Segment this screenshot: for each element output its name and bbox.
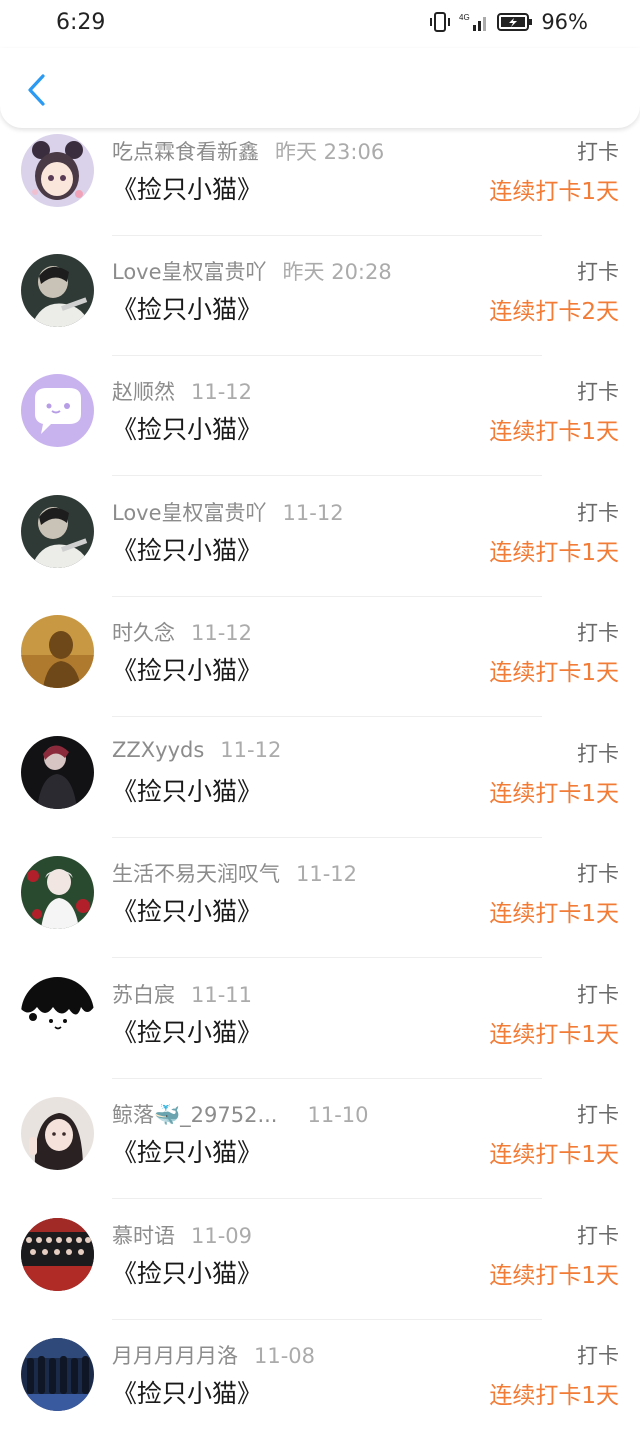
streak-badge: 连续打卡1天 xyxy=(489,1383,619,1409)
avatar[interactable] xyxy=(21,1097,94,1170)
checkin-label: 打卡 xyxy=(577,621,619,645)
book-title[interactable]: 《捡只小猫》 xyxy=(112,410,262,446)
list-item[interactable]: Love皇权富贵吖 11-12 《捡只小猫》 打卡 连续打卡1天 xyxy=(0,487,640,607)
divider xyxy=(112,1078,542,1079)
streak-badge: 连续打卡1天 xyxy=(489,781,619,807)
checkin-date: 11-12 xyxy=(282,501,344,525)
list-item[interactable]: 生活不易天润叹气 11-12 《捡只小猫》 打卡 连续打卡1天 xyxy=(0,848,640,968)
checkin-date: 昨天 20:28 xyxy=(282,260,392,284)
avatar[interactable] xyxy=(21,977,94,1050)
divider xyxy=(112,957,542,958)
book-title[interactable]: 《捡只小猫》 xyxy=(112,531,262,567)
user-name[interactable]: 赵顺然 xyxy=(112,380,175,404)
book-title[interactable]: 《捡只小猫》 xyxy=(112,1013,262,1049)
user-name[interactable]: Love皇权富贵吖 xyxy=(112,260,267,284)
user-name[interactable]: 苏白宸 xyxy=(112,983,175,1007)
list-item[interactable]: 月月月月月洛 11-08 《捡只小猫》 打卡 连续打卡1天 xyxy=(0,1330,640,1450)
svg-text:4G: 4G xyxy=(459,13,470,22)
streak-badge: 连续打卡1天 xyxy=(489,901,619,927)
book-title[interactable]: 《捡只小猫》 xyxy=(112,772,262,808)
book-title[interactable]: 《捡只小猫》 xyxy=(112,892,262,928)
user-name[interactable]: 时久念 xyxy=(112,621,175,645)
avatar[interactable] xyxy=(21,1338,94,1411)
checkin-label: 打卡 xyxy=(577,1224,619,1248)
checkin-date: 11-12 xyxy=(191,621,253,645)
checkin-date: 11-09 xyxy=(191,1224,253,1248)
streak-badge: 连续打卡1天 xyxy=(489,540,619,566)
checkin-label: 打卡 xyxy=(577,260,619,284)
avatar[interactable] xyxy=(21,736,94,809)
avatar[interactable] xyxy=(21,134,94,207)
user-name[interactable]: 吃点霖食看新鑫 xyxy=(112,140,259,164)
list-item[interactable]: Love皇权富贵吖 昨天 20:28 《捡只小猫》 打卡 连续打卡2天 xyxy=(0,246,640,366)
divider xyxy=(112,1198,542,1199)
user-name[interactable]: 慕时语 xyxy=(112,1224,175,1248)
vibrate-icon xyxy=(430,12,451,32)
checkin-label: 打卡 xyxy=(577,501,619,525)
checkin-label: 打卡 xyxy=(577,140,619,164)
checkin-date: 11-12 xyxy=(191,380,253,404)
divider xyxy=(112,716,542,717)
user-name[interactable]: ZZXyyds xyxy=(112,738,204,762)
checkin-date: 11-10 xyxy=(307,1103,369,1127)
user-name[interactable]: 鲸落🐳_29752... xyxy=(112,1103,277,1127)
list-item[interactable]: 赵顺然 11-12 《捡只小猫》 打卡 连续打卡1天 xyxy=(0,366,640,486)
back-button[interactable] xyxy=(18,70,54,110)
checkin-label: 打卡 xyxy=(577,1103,619,1127)
status-icons: 4G 96% xyxy=(429,10,588,34)
book-title[interactable]: 《捡只小猫》 xyxy=(112,651,262,687)
book-title[interactable]: 《捡只小猫》 xyxy=(112,170,262,206)
streak-badge: 连续打卡1天 xyxy=(489,1022,619,1048)
status-bar: 6:29 4G 96% xyxy=(0,0,640,48)
user-name[interactable]: Love皇权富贵吖 xyxy=(112,501,267,525)
streak-badge: 连续打卡1天 xyxy=(489,1263,619,1289)
streak-badge: 连续打卡1天 xyxy=(489,179,619,205)
checkin-label: 打卡 xyxy=(577,983,619,1007)
divider xyxy=(112,235,542,236)
battery-icon xyxy=(497,13,533,31)
list-item[interactable]: 慕时语 11-09 《捡只小猫》 打卡 连续打卡1天 xyxy=(0,1210,640,1330)
chevron-left-icon xyxy=(28,74,45,106)
list-item[interactable]: 苏白宸 11-11 《捡只小猫》 打卡 连续打卡1天 xyxy=(0,969,640,1089)
checkin-date: 11-12 xyxy=(220,738,282,762)
list-item[interactable]: 鲸落🐳_29752... 11-10 《捡只小猫》 打卡 连续打卡1天 xyxy=(0,1089,640,1209)
status-time: 6:29 xyxy=(56,10,106,35)
checkin-date: 11-11 xyxy=(191,983,253,1007)
divider xyxy=(112,355,542,356)
avatar[interactable] xyxy=(21,615,94,688)
avatar[interactable] xyxy=(21,856,94,929)
checkin-date: 11-08 xyxy=(254,1344,316,1368)
avatar[interactable] xyxy=(21,254,94,327)
streak-badge: 连续打卡1天 xyxy=(489,419,619,445)
list-item[interactable]: 吃点霖食看新鑫 昨天 23:06 《捡只小猫》 打卡 连续打卡1天 xyxy=(0,126,640,246)
book-title[interactable]: 《捡只小猫》 xyxy=(112,1133,262,1169)
book-title[interactable]: 《捡只小猫》 xyxy=(112,290,262,326)
avatar[interactable] xyxy=(21,1218,94,1291)
top-nav-bar xyxy=(0,48,640,128)
divider xyxy=(112,475,542,476)
streak-badge: 连续打卡2天 xyxy=(489,299,619,325)
checkin-label: 打卡 xyxy=(577,742,619,766)
streak-badge: 连续打卡1天 xyxy=(489,660,619,686)
divider xyxy=(112,596,542,597)
streak-badge: 连续打卡1天 xyxy=(489,1142,619,1168)
battery-percent: 96% xyxy=(541,10,588,34)
user-name[interactable]: 月月月月月洛 xyxy=(112,1344,238,1368)
avatar[interactable] xyxy=(21,374,94,447)
list-item[interactable]: 时久念 11-12 《捡只小猫》 打卡 连续打卡1天 xyxy=(0,607,640,727)
book-title[interactable]: 《捡只小猫》 xyxy=(112,1254,262,1290)
divider xyxy=(112,1319,542,1320)
list-item[interactable]: ZZXyyds 11-12 《捡只小猫》 打卡 连续打卡1天 xyxy=(0,728,640,848)
checkin-label: 打卡 xyxy=(577,1344,619,1368)
checkin-label: 打卡 xyxy=(577,380,619,404)
book-title[interactable]: 《捡只小猫》 xyxy=(112,1374,262,1410)
checkin-label: 打卡 xyxy=(577,862,619,886)
divider xyxy=(112,837,542,838)
avatar[interactable] xyxy=(21,495,94,568)
checkin-date: 11-12 xyxy=(296,862,358,886)
signal-icon: 4G xyxy=(459,13,487,31)
checkin-date: 昨天 23:06 xyxy=(275,140,385,164)
user-name[interactable]: 生活不易天润叹气 xyxy=(112,862,280,886)
